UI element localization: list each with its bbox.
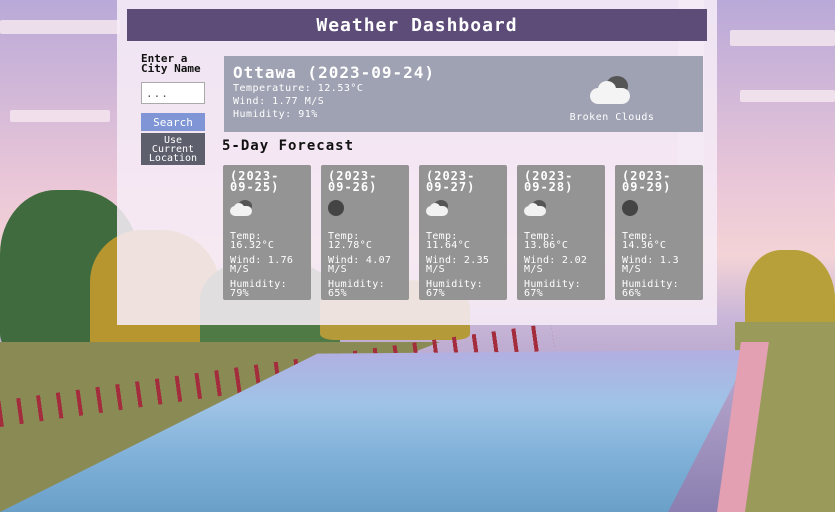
forecast-wind: Wind: 1.76 M/S [230, 255, 294, 275]
forecast-card: (2023-09-26) Temp: 12.78°C Wind: 4.07 M/… [321, 165, 409, 300]
forecast-temp: Temp: 13.06°C [524, 231, 569, 251]
search-sidebar: Enter a City Name Search Use Current Loc… [141, 52, 207, 165]
clouds-icon [524, 200, 550, 218]
forecast-date: (2023-09-25) [230, 169, 280, 194]
forecast-humidity: Humidity: 67% [524, 279, 581, 299]
forecast-wind: Wind: 1.3 M/S [622, 255, 679, 275]
forecast-card: (2023-09-25) Temp: 16.32°C Wind: 1.76 M/… [223, 165, 311, 300]
forecast-date: (2023-09-27) [426, 169, 476, 194]
condition-text: Broken Clouds [569, 112, 655, 123]
current-condition: Broken Clouds [547, 76, 677, 123]
forecast-temp: Temp: 12.78°C [328, 231, 373, 251]
forecast-humidity: Humidity: 67% [426, 279, 483, 299]
forecast-temp: Temp: 16.32°C [230, 231, 275, 251]
clouds-icon [230, 200, 256, 218]
forecast-temp: Temp: 14.36°C [622, 231, 667, 251]
search-button[interactable]: Search [141, 113, 205, 131]
forecast-wind: Wind: 4.07 M/S [328, 255, 392, 275]
moon-icon [328, 200, 344, 216]
use-current-location-button[interactable]: Use Current Location [141, 133, 205, 165]
forecast-title: 5-Day Forecast [222, 138, 355, 154]
clouds-icon [590, 76, 634, 106]
current-weather-card: Ottawa (2023-09-24) Temperature: 12.53°C… [224, 56, 703, 132]
forecast-card: (2023-09-28) Temp: 13.06°C Wind: 2.02 M/… [517, 165, 605, 300]
forecast-humidity: Humidity: 79% [230, 279, 287, 299]
forecast-wind: Wind: 2.35 M/S [426, 255, 490, 275]
forecast-wind: Wind: 2.02 M/S [524, 255, 588, 275]
page-title: Weather Dashboard [316, 14, 518, 36]
app-header: Weather Dashboard [127, 9, 707, 41]
forecast-card: (2023-09-27) Temp: 11.64°C Wind: 2.35 M/… [419, 165, 507, 300]
forecast-humidity: Humidity: 66% [622, 279, 679, 299]
city-search-input[interactable] [141, 82, 205, 104]
forecast-humidity: Humidity: 65% [328, 279, 385, 299]
forecast-card: (2023-09-29) Temp: 14.36°C Wind: 1.3 M/S… [615, 165, 703, 300]
search-label: Enter a City Name [141, 52, 201, 75]
forecast-cards: (2023-09-25) Temp: 16.32°C Wind: 1.76 M/… [223, 165, 703, 300]
clouds-icon [426, 200, 452, 218]
forecast-temp: Temp: 11.64°C [426, 231, 471, 251]
forecast-date: (2023-09-26) [328, 169, 378, 194]
forecast-date: (2023-09-28) [524, 169, 574, 194]
forecast-date: (2023-09-29) [622, 169, 672, 194]
moon-icon [622, 200, 638, 216]
